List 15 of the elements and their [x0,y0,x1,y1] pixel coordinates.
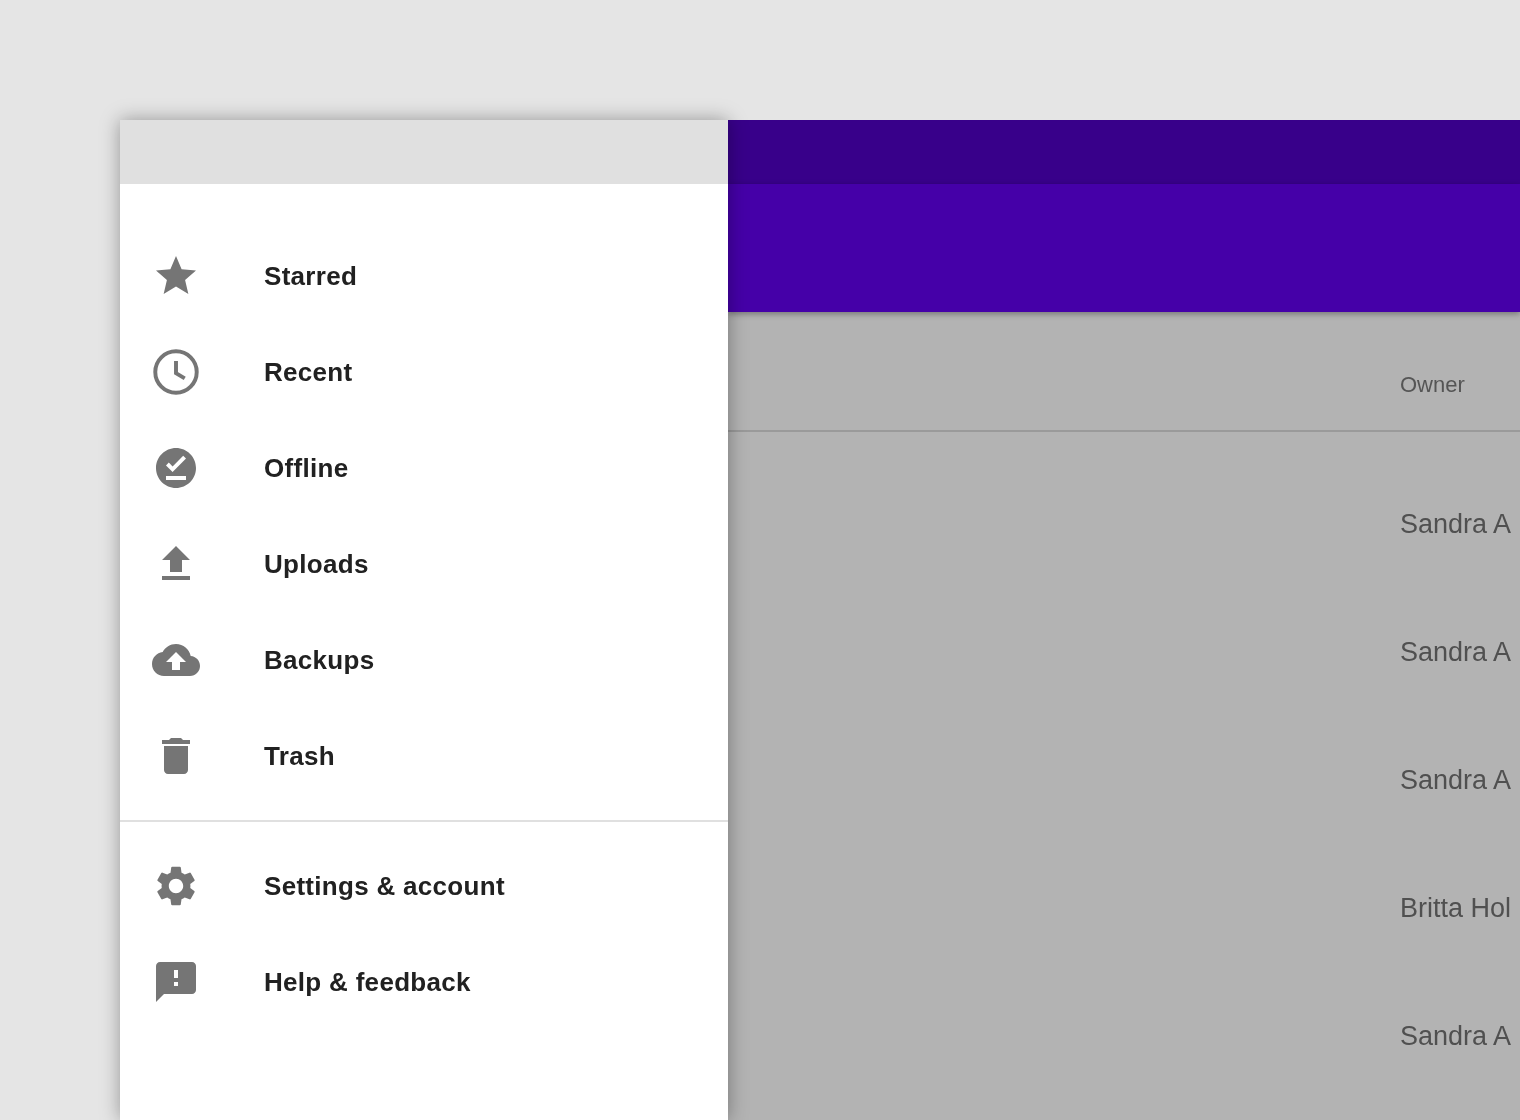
owner-cell: Sandra A [1400,508,1512,540]
drawer-item[interactable]: Help & feedback [120,934,728,1030]
drawer-item[interactable]: Offline [120,420,728,516]
owner-cell: Sandra A [1400,636,1512,668]
drawer-item[interactable]: Trash [120,708,728,804]
drawer-item[interactable]: Backups [120,612,728,708]
clock-icon [152,348,200,396]
owner-cell: Britta Hol [1400,892,1512,924]
drawer-item[interactable]: Uploads [120,516,728,612]
owner-cell: Sandra A [1400,1020,1512,1052]
drawer-item[interactable]: Settings & account [120,838,728,934]
owner-cell: Sandra A [1400,764,1512,796]
drawer-item[interactable]: Starred [120,228,728,324]
drawer-item[interactable]: Recent [120,324,728,420]
column-header[interactable]: Owner [1400,372,1465,398]
